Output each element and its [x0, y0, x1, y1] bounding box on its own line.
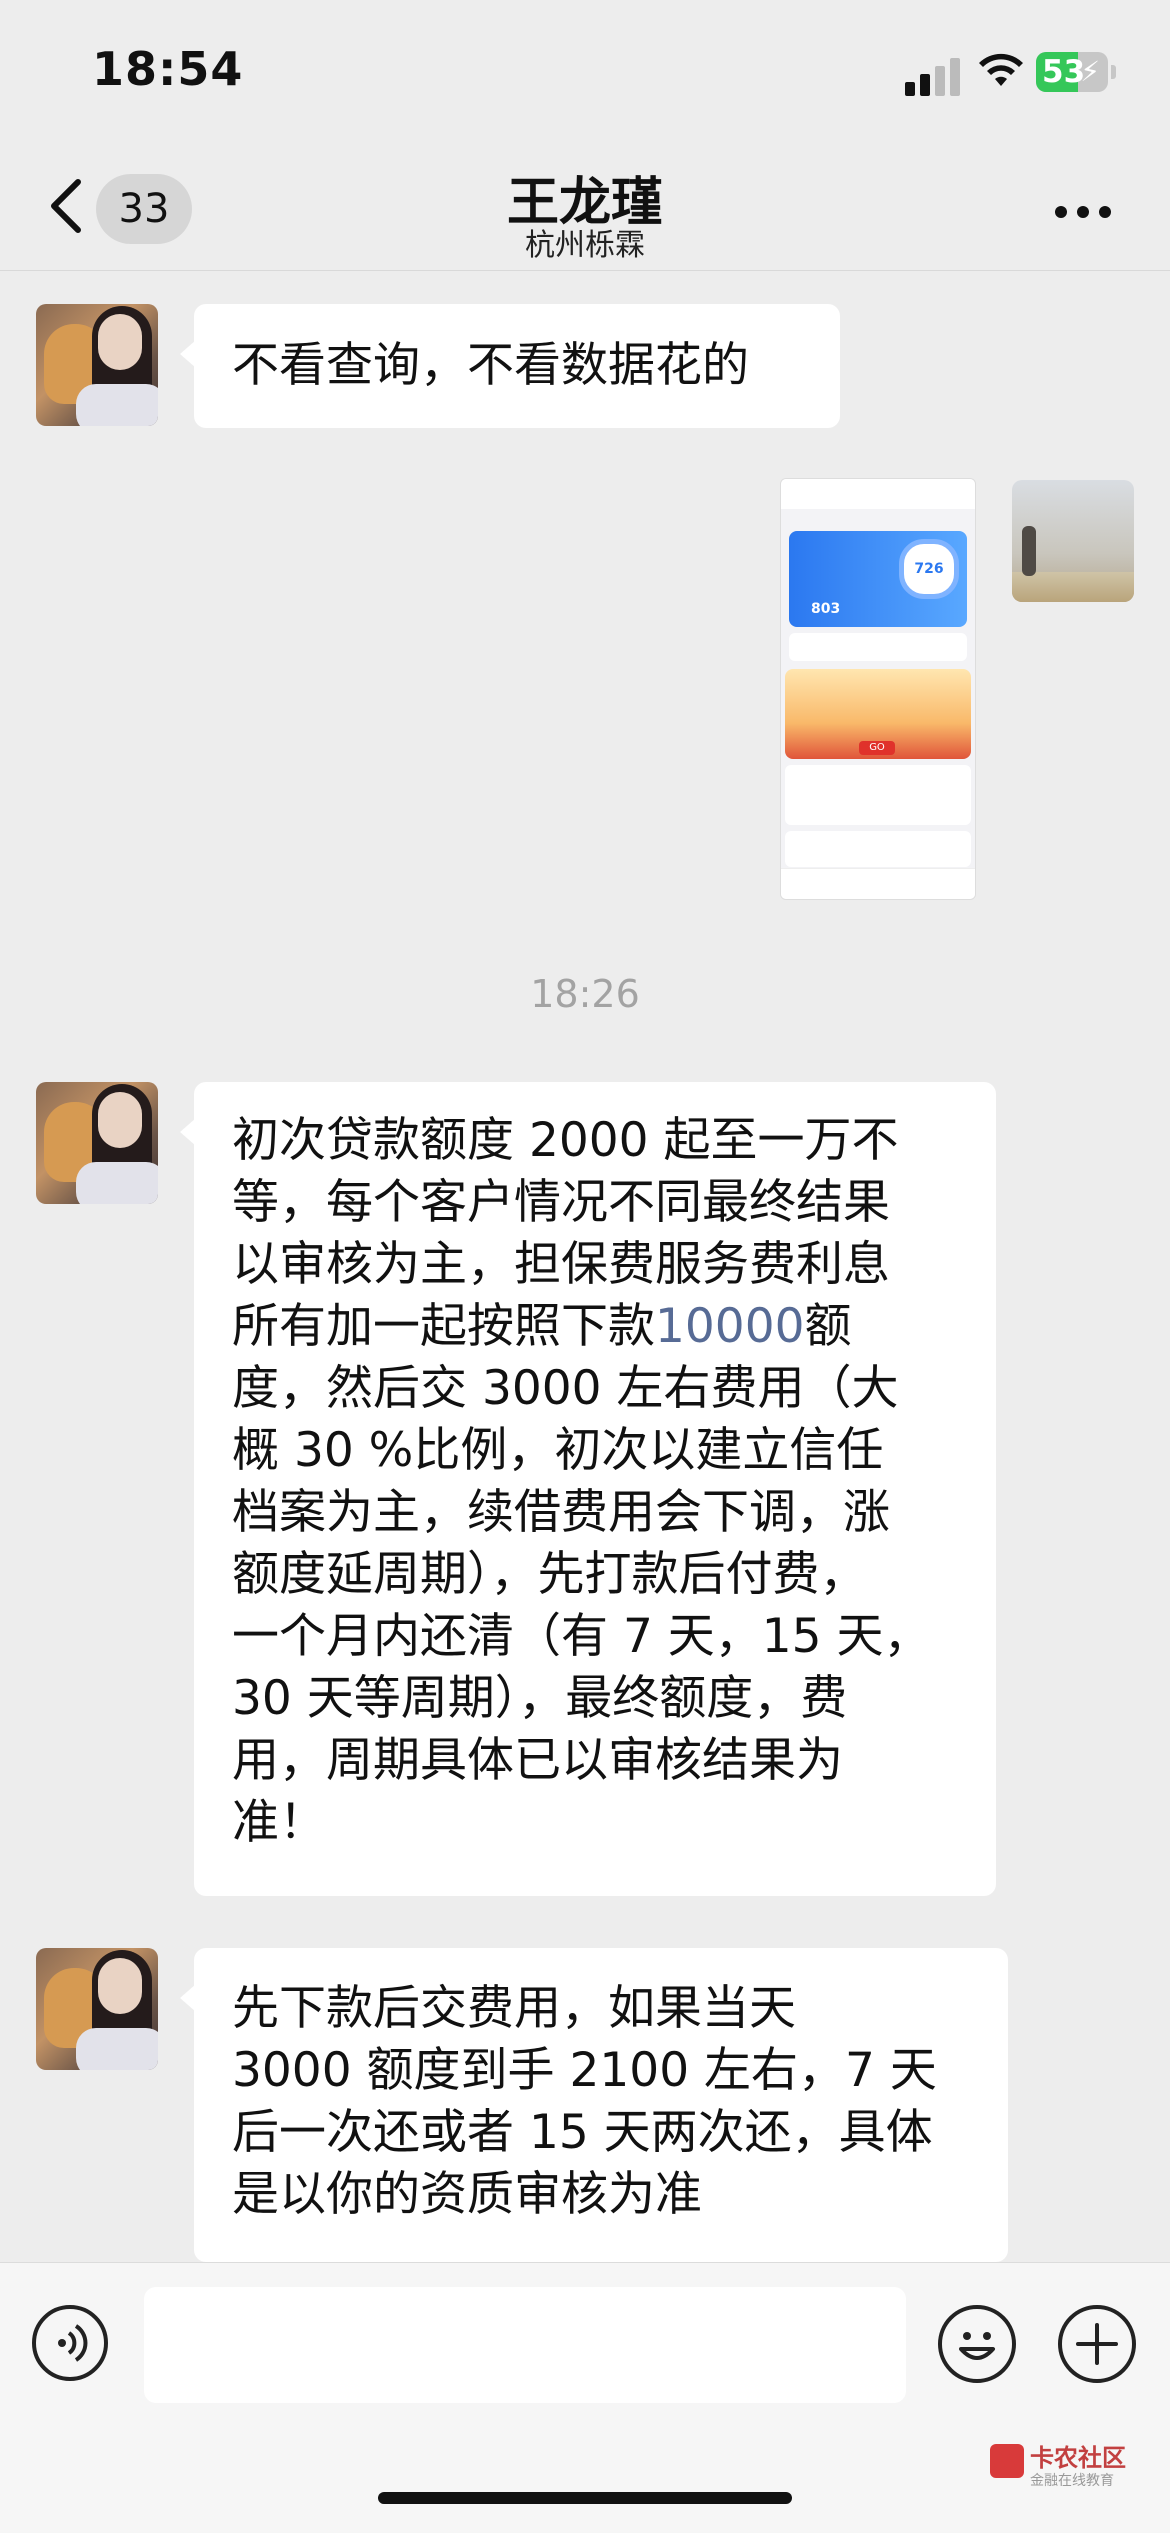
chat-subtitle: 杭州栎霖 — [525, 228, 645, 263]
message-text: 先下款后交费用，如果当天 — [232, 1981, 796, 2036]
chat-header: 33 王龙瑾 杭州栎霖 — [0, 150, 1170, 271]
message-timestamp: 18:26 — [530, 972, 640, 1016]
battery-level: 53 — [1042, 54, 1086, 90]
screenshot-amount: 803 — [811, 601, 841, 617]
image-message[interactable]: 726 803 GO — [780, 478, 976, 900]
message-bubble[interactable]: 先下款后交费用，如果当天 3000 额度到手 2100 左右，7 天 后一次还或… — [180, 1948, 1008, 2262]
watermark-name: 卡农社区 — [1030, 2444, 1126, 2472]
message-text: 额度延周期），先打款后付费， — [232, 1547, 867, 1602]
message-text: 一个月内还清（有 7 天，15 天， — [232, 1609, 931, 1664]
charging-icon: ⚡ — [1080, 55, 1100, 88]
contact-avatar[interactable] — [36, 1082, 158, 1204]
screenshot-list — [785, 831, 971, 867]
message-text: 30 天等周期），最终额度，费 — [232, 1671, 848, 1726]
wifi-icon — [979, 53, 1023, 86]
emoji-icon[interactable] — [938, 2305, 1016, 2383]
screenshot-header — [781, 479, 975, 509]
message-text: 后一次还或者 15 天两次还，具体 — [232, 2105, 933, 2160]
message-text: 3000 额度到手 2100 左右，7 天 — [232, 2043, 937, 2098]
watermark: 卡农社区 金融在线教育 — [990, 2436, 1160, 2496]
screenshot-row — [789, 633, 967, 661]
status-time: 18:54 — [92, 42, 244, 96]
message-bubble[interactable]: 不看查询，不看数据花的 — [180, 304, 840, 428]
battery-icon: 53 ⚡ — [1036, 52, 1116, 92]
message-text-with-link: 所有加一起按照下款10000额 — [232, 1296, 958, 1358]
my-avatar[interactable] — [1012, 480, 1134, 602]
screenshot-score: 726 — [899, 539, 959, 599]
message-text: 不看查询，不看数据花的 — [232, 338, 749, 393]
more-options-icon[interactable] — [1055, 206, 1115, 222]
voice-input-icon[interactable] — [32, 2305, 108, 2381]
message-bubble[interactable]: 初次贷款额度 2000 起至一万不 等，每个客户情况不同最终结果 以审核为主，担… — [180, 1082, 996, 1896]
home-indicator[interactable] — [378, 2492, 792, 2504]
message-text: 等，每个客户情况不同最终结果 — [232, 1175, 890, 1230]
message-input[interactable] — [144, 2287, 906, 2403]
message-text: 额 — [804, 1299, 852, 1354]
screenshot-go-button: GO — [859, 741, 895, 755]
message-text: 档案为主，续借费用会下调，涨 — [232, 1485, 890, 1540]
screenshot-tabbar — [781, 868, 975, 899]
status-bar: 18:54 53 ⚡ — [0, 0, 1170, 150]
message-text: 准！ — [232, 1795, 326, 1850]
contact-avatar[interactable] — [36, 1948, 158, 2070]
add-attachment-icon[interactable] — [1058, 2305, 1136, 2383]
cellular-signal-icon — [905, 56, 961, 96]
message-text: 以审核为主，担保费服务费利息 — [232, 1237, 890, 1292]
message-text: 所有加一起按照下款 — [232, 1299, 655, 1354]
message-text: 度，然后交 3000 左右费用（大 — [232, 1361, 899, 1416]
message-text: 是以你的资质审核为准 — [232, 2167, 702, 2222]
number-link[interactable]: 10000 — [655, 1299, 805, 1354]
message-text: 初次贷款额度 2000 起至一万不 — [232, 1113, 899, 1168]
watermark-tagline: 金融在线教育 — [1030, 2473, 1114, 2489]
contact-avatar[interactable] — [36, 304, 158, 426]
message-text: 概 30 %比例，初次以建立信任 — [232, 1423, 884, 1478]
watermark-logo-icon — [990, 2444, 1024, 2478]
message-text: 用，周期具体已以审核结果为 — [232, 1733, 843, 1788]
screenshot-list — [785, 765, 971, 825]
